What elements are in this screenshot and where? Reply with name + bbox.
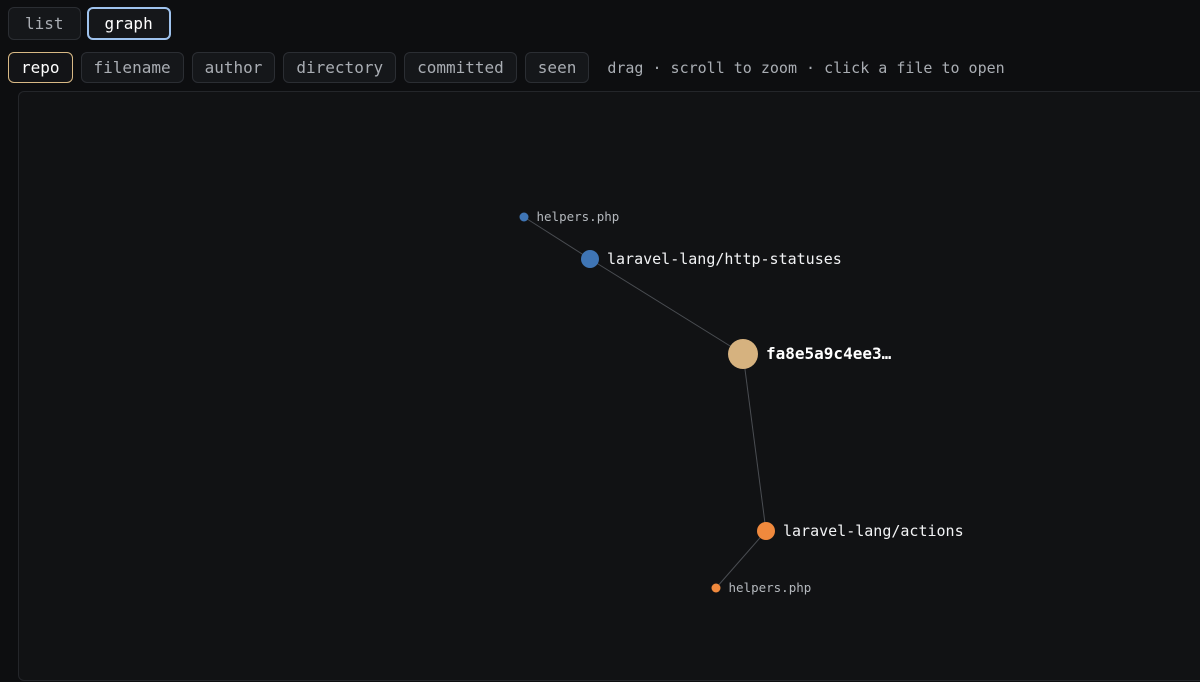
- graph-edge-root-repo-http: [589, 258, 744, 355]
- graph-node-file-http-helpers[interactable]: [519, 212, 529, 222]
- group-tab-directory[interactable]: directory: [283, 52, 397, 83]
- graph-svg[interactable]: fa8e5a9c4ee3… laravel-lang/http-statuses h…: [19, 92, 1200, 682]
- graph-node-label-root: fa8e5a9c4ee3…: [766, 344, 892, 363]
- tab-graph[interactable]: graph: [86, 7, 171, 40]
- group-tab-committed[interactable]: committed: [404, 52, 517, 83]
- graph-canvas[interactable]: fa8e5a9c4ee3… laravel-lang/http-statuses h…: [18, 91, 1200, 681]
- group-tab-filename[interactable]: filename: [80, 52, 184, 83]
- group-by-tabs: repo filename author directory committed…: [8, 52, 1005, 83]
- group-tab-seen[interactable]: seen: [524, 52, 590, 83]
- group-tab-repo[interactable]: repo: [8, 52, 73, 83]
- graph-node-root[interactable]: [728, 339, 758, 369]
- graph-node-label-file-http-helpers[interactable]: helpers.php: [537, 209, 620, 224]
- graph-node-label-repo-http: laravel-lang/http-statuses: [607, 250, 842, 268]
- view-tabs: list graph: [8, 7, 171, 40]
- graph-node-repo-actions[interactable]: [757, 522, 775, 540]
- tab-list[interactable]: list: [8, 7, 81, 40]
- graph-node-repo-http[interactable]: [581, 250, 599, 268]
- graph-edge-root-repo-actions: [742, 353, 767, 532]
- graph-hint: drag · scroll to zoom · click a file to …: [607, 58, 1005, 77]
- graph-node-file-actions-helpers[interactable]: [711, 583, 721, 593]
- graph-node-label-file-actions-helpers[interactable]: helpers.php: [729, 580, 812, 595]
- group-tab-author[interactable]: author: [191, 52, 276, 83]
- graph-node-label-repo-actions: laravel-lang/actions: [783, 522, 964, 540]
